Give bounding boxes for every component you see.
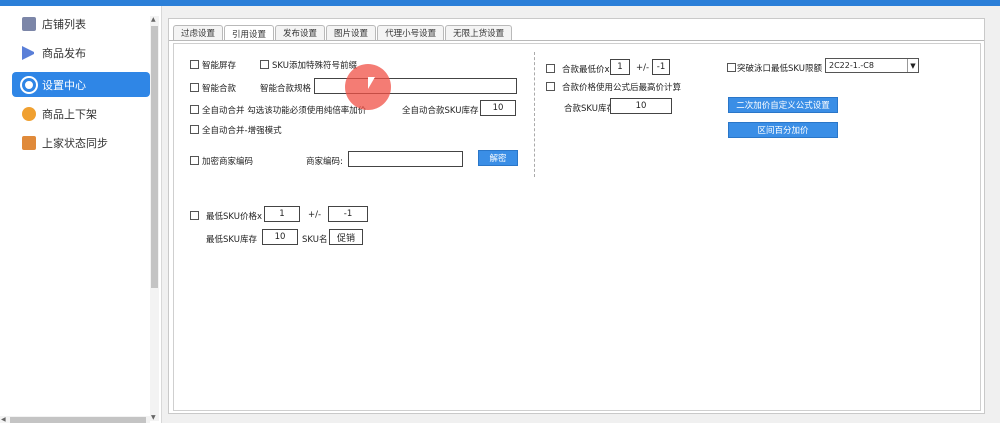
tab-publish[interactable]: 发布设置 [275, 25, 326, 40]
breakthrough-checkbox[interactable] [727, 63, 736, 72]
mouse-cursor-icon [368, 77, 375, 89]
auto-merge-label: 全自动合并 勾选该功能必须使用纯倍率加价 [202, 106, 367, 116]
auto-merge-enhanced-label: 全自动合并-增强模式 [202, 126, 282, 136]
tab-image[interactable]: 图片设置 [326, 25, 377, 40]
smart-merge-spec-label: 智能合款规格 [260, 84, 312, 94]
sidebar-horizontal-scrollbar[interactable]: ◀ [0, 416, 150, 423]
store-icon [22, 16, 36, 31]
merge-price-formula-label: 合款价格使用公式后最高价计算 [562, 83, 682, 93]
sku-special-prefix-checkbox[interactable] [260, 60, 269, 69]
secondary-markup-formula-button[interactable]: 二次加价自定义公式设置 [728, 97, 838, 113]
encrypt-merchant-code-label: 加密商家编码 [202, 157, 254, 167]
section-divider [534, 52, 535, 177]
merge-sku-stock-input[interactable]: 10 [610, 98, 672, 114]
smart-merge-checkbox[interactable] [190, 83, 199, 92]
sidebar-item-settings[interactable]: 设置中心 [12, 72, 150, 97]
sidebar-item-label: 商品发布 [42, 46, 86, 60]
sidebar-item-product-publish[interactable]: 商品发布 [12, 40, 150, 65]
sidebar-item-label: 店铺列表 [42, 17, 86, 31]
lowest-sku-stock-input[interactable]: 10 [262, 229, 298, 245]
sync-icon [22, 135, 36, 150]
tab-content-reference: 智能屏存 SKU添加特殊符号前缀 智能合款 智能合款规格 全自动合并 勾选该功能… [173, 43, 981, 411]
gear-icon [22, 77, 36, 92]
auto-merge-enhanced-checkbox[interactable] [190, 125, 199, 134]
breakthrough-date-value: 2C22-1.-C8 [829, 61, 874, 70]
encrypt-merchant-code-checkbox[interactable] [190, 156, 199, 165]
breakthrough-date-select[interactable]: 2C22-1.-C8 ▼ [825, 58, 919, 73]
scrollbar-thumb[interactable] [10, 417, 146, 423]
tab-unlimited-upload[interactable]: 无限上货设置 [445, 25, 513, 40]
lowest-sku-price-checkbox[interactable] [190, 211, 199, 220]
auto-merge-stock-input[interactable]: 10 [480, 100, 516, 116]
shelf-icon [22, 106, 36, 121]
tab-underline [169, 40, 984, 41]
sku-name-label: SKU名 [302, 235, 328, 245]
merge-lowest-price-checkbox[interactable] [546, 64, 555, 73]
sidebar-item-store-list[interactable]: 店铺列表 [12, 11, 150, 36]
merge-price-offset-input[interactable]: -1 [652, 59, 670, 75]
lowest-price-offset-input[interactable]: -1 [328, 206, 368, 222]
merchant-code-input[interactable] [348, 151, 463, 167]
lowest-sku-price-label: 最低SKU价格x [206, 212, 262, 222]
range-percent-markup-button[interactable]: 区间百分加价 [728, 122, 838, 138]
merge-price-formula-checkbox[interactable] [546, 82, 555, 91]
decrypt-button[interactable]: 解密 [478, 150, 518, 166]
scroll-left-icon[interactable]: ◀ [1, 416, 6, 423]
sku-special-prefix-label: SKU添加特殊符号前缀 [272, 61, 357, 71]
tab-reference[interactable]: 引用设置 [224, 25, 275, 41]
merchant-code-label: 商家编码: [306, 157, 343, 167]
chevron-down-icon[interactable]: ▼ [907, 59, 918, 72]
auto-merge-stock-label: 全自动合款SKU库存 [402, 106, 479, 116]
sidebar-item-label: 上家状态同步 [42, 136, 108, 150]
sidebar-item-label: 商品上下架 [42, 107, 97, 121]
send-icon [22, 45, 36, 60]
merge-price-multiplier-input[interactable]: 1 [610, 59, 630, 75]
sidebar-vertical-scrollbar[interactable]: ▲ ▼ [150, 16, 159, 421]
lowest-price-multiplier-input[interactable]: 1 [264, 206, 300, 222]
scroll-up-icon[interactable]: ▲ [151, 16, 156, 23]
plus-minus-label: +/- [308, 210, 322, 220]
tab-filter[interactable]: 过虑设置 [173, 25, 224, 40]
settings-panel: 过虑设置 引用设置 发布设置 图片设置 代理小号设置 无限上货设置 智能屏存 S… [168, 18, 985, 414]
promo-button[interactable]: 促销 [329, 229, 363, 245]
breakthrough-label: 突破泳口最低SKU限额 [737, 64, 822, 74]
sidebar-item-shelf[interactable]: 商品上下架 [12, 101, 150, 126]
sidebar-item-status-sync[interactable]: 上家状态同步 [12, 130, 150, 155]
sidebar: 店铺列表 商品发布 设置中心 商品上下架 上家状态同步 ▲ ▼ ◀ [0, 6, 162, 423]
tab-proxy-account[interactable]: 代理小号设置 [377, 25, 445, 40]
lowest-sku-stock-label: 最低SKU库存 [206, 235, 257, 245]
auto-merge-checkbox[interactable] [190, 105, 199, 114]
sidebar-item-label: 设置中心 [42, 78, 86, 92]
merge-sku-stock-label: 合款SKU库存 [564, 104, 615, 114]
smart-split-checkbox[interactable] [190, 60, 199, 69]
smart-merge-label: 智能合款 [202, 84, 237, 94]
smart-split-label: 智能屏存 [202, 61, 237, 71]
tab-bar: 过虑设置 引用设置 发布设置 图片设置 代理小号设置 无限上货设置 [169, 25, 513, 41]
merge-lowest-price-label: 合款最低价x [562, 65, 610, 75]
plus-minus-label: +/- [636, 63, 650, 73]
scroll-down-icon[interactable]: ▼ [151, 414, 156, 421]
scrollbar-thumb[interactable] [151, 26, 158, 288]
